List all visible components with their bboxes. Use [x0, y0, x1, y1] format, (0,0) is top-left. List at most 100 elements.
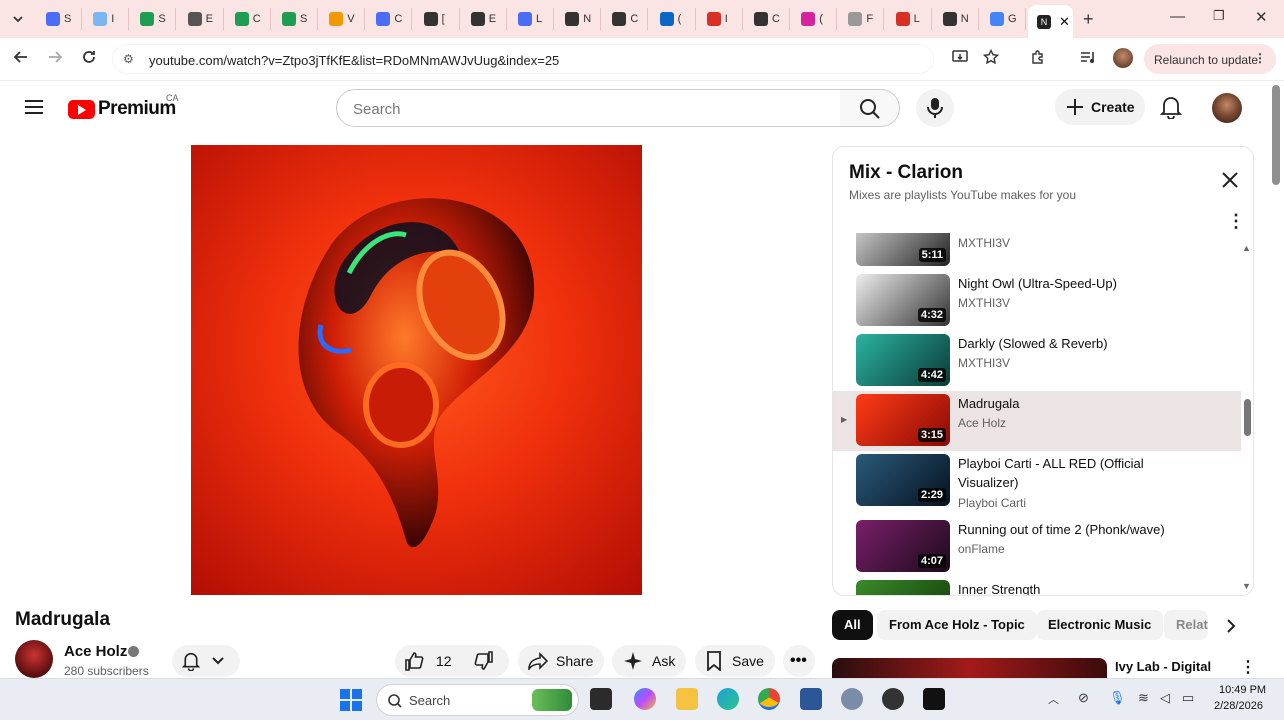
page-scrollbar[interactable]: [1272, 85, 1280, 185]
playlist-items[interactable]: 5:11 MXTHI3V 4:32 Night Owl (Ultra-Speed-Up…: [833, 233, 1241, 595]
tab-search-button[interactable]: [6, 7, 30, 31]
chrome-icon[interactable]: [758, 688, 780, 710]
dislike-button[interactable]: [465, 645, 509, 677]
task-view-icon[interactable]: [590, 688, 612, 710]
playlist-item-title[interactable]: Running out of time 2 (Phonk/wave): [958, 520, 1188, 539]
recommendation-more-button[interactable]: ⋮: [1240, 657, 1256, 677]
youtube-premium-logo[interactable]: Premium CA: [68, 93, 179, 120]
tab-10[interactable]: L: [510, 8, 554, 30]
ask-button[interactable]: Ask: [612, 645, 686, 677]
network-off-icon[interactable]: ⊘: [1078, 690, 1089, 706]
playlist-item-title[interactable]: Playboi Carti - ALL RED (Official Visual…: [958, 454, 1188, 492]
microphone-icon[interactable]: 🎙: [1109, 690, 1126, 706]
playlist-item-thumbnail[interactable]: [856, 580, 950, 595]
scroll-down-arrow-icon[interactable]: ▼: [1242, 581, 1251, 591]
like-button[interactable]: 12: [395, 645, 465, 677]
close-tab-icon[interactable]: ✕: [1059, 14, 1070, 30]
tab-20[interactable]: G: [982, 8, 1026, 30]
clock-date[interactable]: 2/28/2026: [1214, 700, 1263, 712]
playlist-item[interactable]: 4:42 Darkly (Slowed & Reverb) MXTHI3V: [833, 331, 1241, 391]
tab-12[interactable]: C: [604, 8, 649, 30]
install-app-button[interactable]: [952, 49, 968, 70]
clock-time[interactable]: 10:49 PM: [1219, 684, 1266, 696]
bookmark-button[interactable]: [982, 48, 1000, 70]
playlist-item-title[interactable]: Madrugala: [958, 394, 1188, 413]
more-actions-button[interactable]: •••: [783, 645, 815, 677]
playlist-item[interactable]: 5:11 MXTHI3V: [833, 233, 1241, 271]
new-tab-button[interactable]: +: [1083, 9, 1094, 30]
filter-chip[interactable]: Electronic Music: [1036, 610, 1164, 640]
playlist-item-title[interactable]: Darkly (Slowed & Reverb): [958, 334, 1188, 353]
taskbar-search-input[interactable]: Search: [376, 684, 579, 716]
tab-0[interactable]: S: [38, 8, 82, 30]
store-icon[interactable]: [800, 688, 822, 710]
site-info-icon[interactable]: ⚙: [123, 52, 134, 66]
playlist-item-title[interactable]: Night Owl (Ultra-Speed-Up): [958, 274, 1188, 293]
tab-active[interactable]: N ✕: [1028, 5, 1073, 38]
create-button[interactable]: Create: [1055, 89, 1145, 125]
playlist-item-thumbnail[interactable]: 3:15: [856, 394, 950, 446]
playlist-item-title[interactable]: Inner Strength: [958, 580, 1188, 595]
tab-14[interactable]: I: [699, 8, 743, 30]
tab-17[interactable]: F: [840, 8, 885, 30]
tab-4[interactable]: C: [227, 8, 271, 30]
playlist-more-button[interactable]: ⋮: [1227, 211, 1245, 232]
file-explorer-icon[interactable]: [676, 688, 698, 710]
tab-8[interactable]: [: [416, 8, 460, 30]
url-text[interactable]: youtube.com/watch?v=Ztpo3jTfKfE&list=RDo…: [149, 53, 559, 68]
playlist-item[interactable]: 4:07 Running out of time 2 (Phonk/wave) on…: [833, 517, 1241, 577]
chips-next-button[interactable]: [1225, 618, 1237, 639]
back-button[interactable]: [13, 49, 29, 70]
search-input[interactable]: Search: [336, 89, 841, 127]
tab-2[interactable]: S: [132, 8, 177, 30]
tab-16[interactable]: (: [793, 8, 838, 30]
recommendation-thumbnail[interactable]: [832, 658, 1107, 678]
playlist-scrollbar[interactable]: [1244, 399, 1251, 436]
copilot-icon[interactable]: [634, 688, 656, 710]
recommendation-title[interactable]: Ivy Lab - Digital: [1115, 659, 1211, 674]
tab-7[interactable]: C: [368, 8, 413, 30]
address-bar[interactable]: ⚙ youtube.com/watch?v=Ztpo3jTfKfE&list=R…: [112, 44, 934, 74]
filter-chip[interactable]: Relat: [1164, 610, 1208, 640]
wifi-icon[interactable]: ≋: [1138, 690, 1149, 706]
tab-9[interactable]: E: [463, 8, 507, 30]
playlist-item-thumbnail[interactable]: 5:11: [856, 233, 950, 266]
tab-3[interactable]: E: [180, 8, 224, 30]
playlist-item[interactable]: 4:32 Night Owl (Ultra-Speed-Up) MXTHI3V: [833, 271, 1241, 331]
tab-11[interactable]: N: [557, 8, 602, 30]
relaunch-to-update-button[interactable]: Relaunch to update ⋮: [1144, 44, 1276, 74]
playlist-item-thumbnail[interactable]: 4:42: [856, 334, 950, 386]
tab-1[interactable]: I: [85, 8, 130, 30]
hamburger-menu-button[interactable]: [24, 98, 44, 121]
tab-19[interactable]: N: [935, 8, 979, 30]
app-icon-2[interactable]: [923, 688, 945, 710]
profile-avatar[interactable]: [1113, 48, 1133, 68]
media-controls-button[interactable]: [1080, 49, 1096, 70]
tab-15[interactable]: C: [746, 8, 790, 30]
filter-chip[interactable]: All: [832, 610, 873, 640]
close-playlist-button[interactable]: [1219, 169, 1241, 191]
search-button[interactable]: [840, 89, 900, 127]
subscribe-notification-button[interactable]: [172, 645, 240, 677]
voice-search-button[interactable]: [916, 89, 954, 127]
playlist-item[interactable]: 2:29 Playboi Carti - ALL RED (Official Vi…: [833, 451, 1241, 511]
channel-avatar[interactable]: [15, 640, 53, 678]
tab-18[interactable]: L: [888, 8, 932, 30]
playlist-item[interactable]: Inner Strength: [833, 577, 1241, 595]
playlist-item-thumbnail[interactable]: 2:29: [856, 454, 950, 506]
forward-button[interactable]: [47, 49, 63, 70]
app-icon[interactable]: [882, 688, 904, 710]
playlist-item-thumbnail[interactable]: 4:07: [856, 520, 950, 572]
restore-button[interactable]: ❐: [1213, 8, 1225, 24]
share-button[interactable]: Share: [518, 645, 604, 677]
edge-icon[interactable]: [717, 688, 739, 710]
channel-name[interactable]: Ace Holz: [64, 643, 127, 660]
save-button[interactable]: Save: [695, 645, 775, 677]
tab-13[interactable]: (: [652, 8, 696, 30]
playlist-item-thumbnail[interactable]: 4:32: [856, 274, 950, 326]
battery-icon[interactable]: ▭: [1182, 690, 1194, 706]
playlist-item[interactable]: ▶ 3:15 Madrugala Ace Holz: [833, 391, 1241, 451]
show-hidden-icons-chevron-icon[interactable]: ︿: [1048, 691, 1059, 707]
settings-gear-icon[interactable]: [841, 688, 863, 710]
notifications-button[interactable]: [1159, 95, 1183, 124]
